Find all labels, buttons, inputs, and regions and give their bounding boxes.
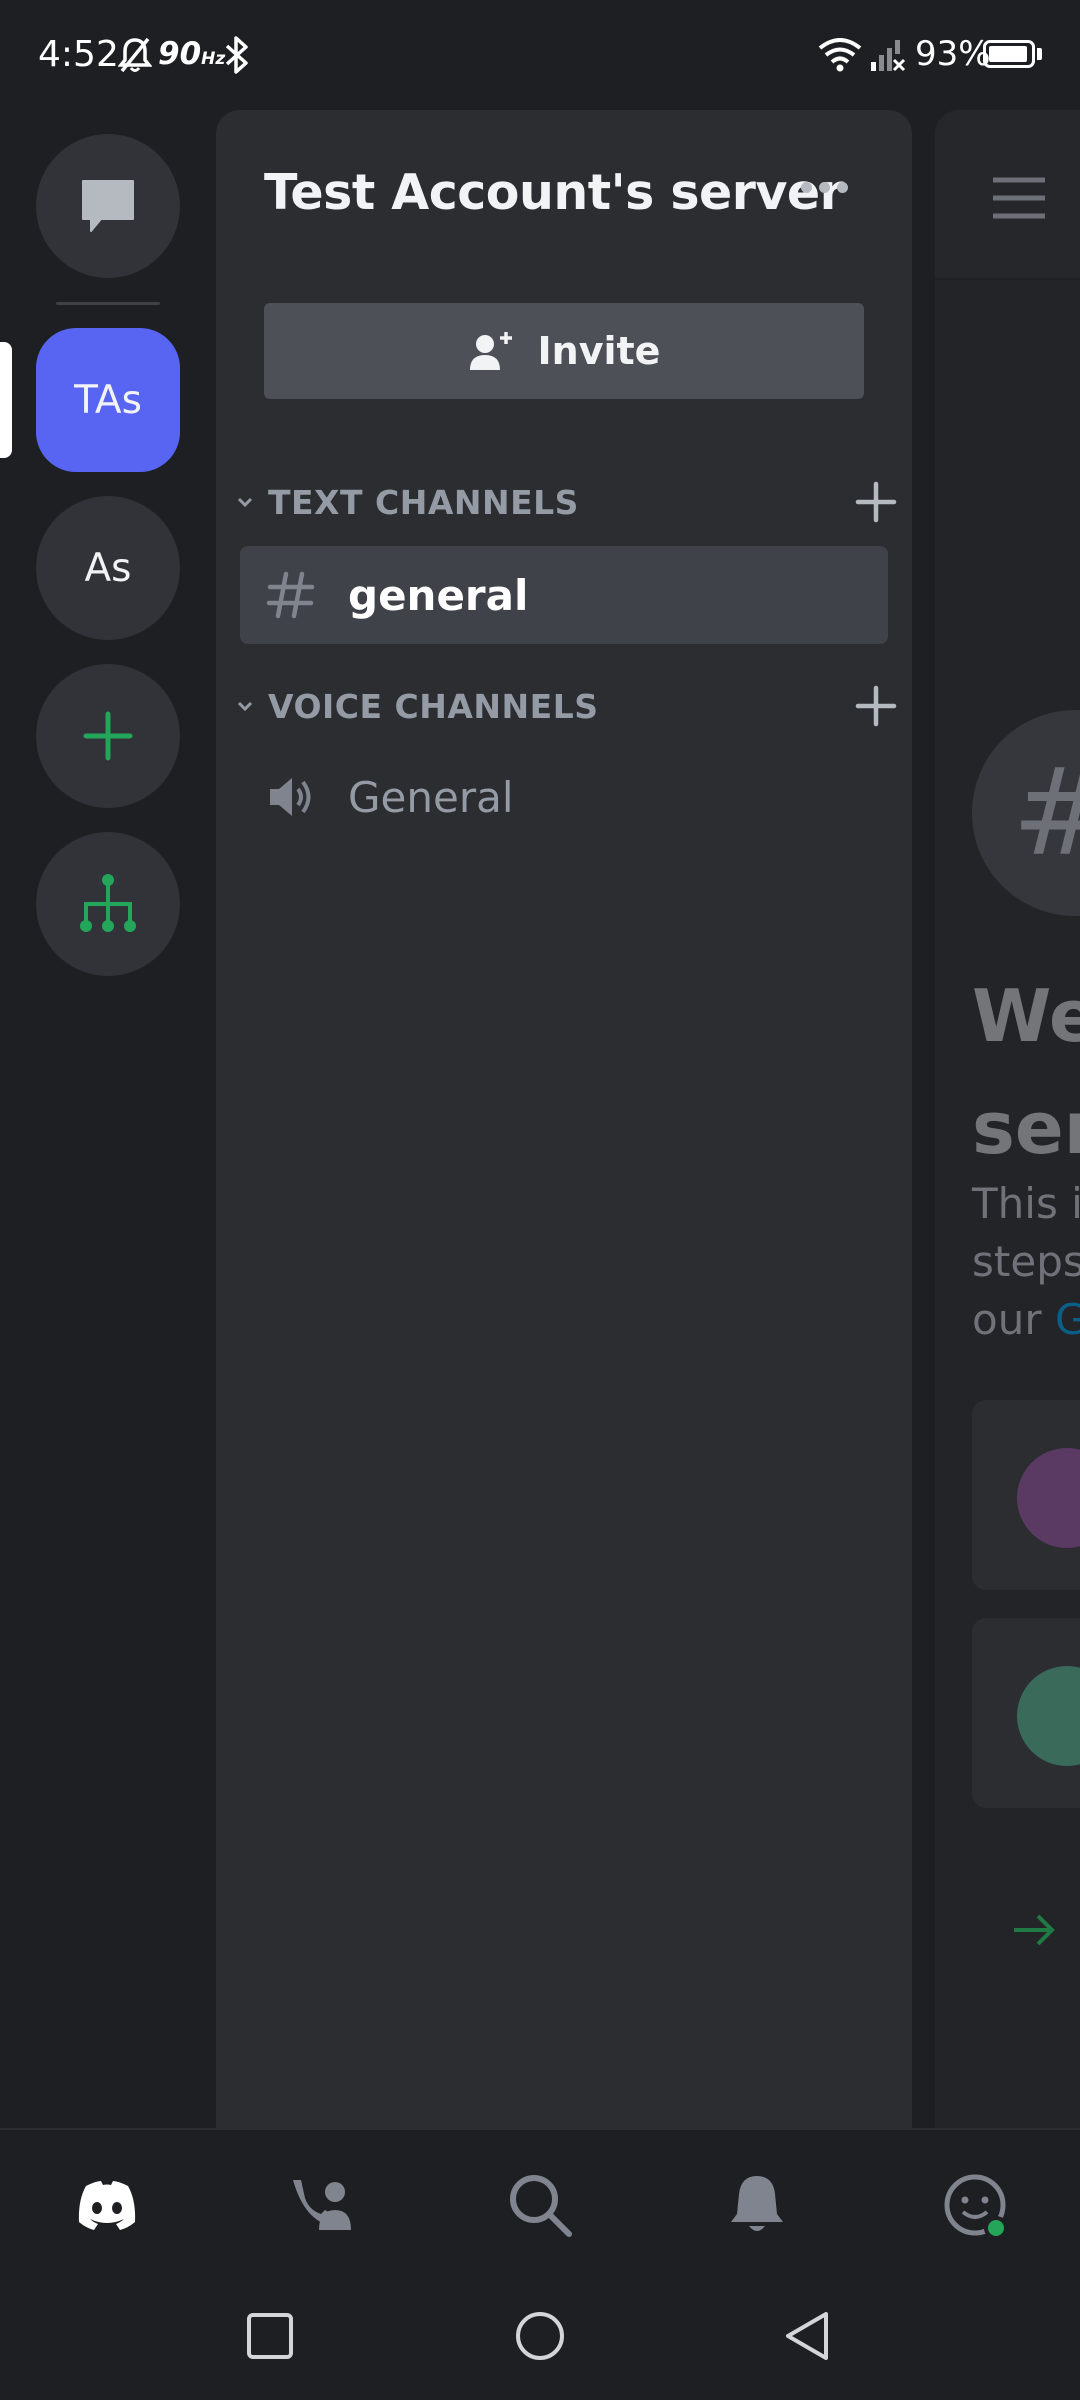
- chat-bubble-icon: [82, 180, 134, 232]
- bottom-nav: [0, 2128, 1080, 2278]
- notifications-bell-icon[interactable]: [722, 2170, 792, 2240]
- server-as-button[interactable]: As: [36, 496, 180, 640]
- server-tas-button[interactable]: TAs: [36, 328, 180, 472]
- home-circle-icon[interactable]: [512, 2308, 568, 2364]
- discover-button[interactable]: [36, 832, 180, 976]
- signal-icon: [871, 40, 906, 72]
- invite-label: Invite: [537, 329, 661, 373]
- more-options-icon[interactable]: [801, 182, 848, 193]
- desc-line-2: steps: [972, 1237, 1080, 1286]
- welcome-line-2: ser: [972, 1086, 1080, 1170]
- status-time: 4:52: [38, 34, 119, 75]
- server-as-label: As: [84, 545, 132, 591]
- category-label: VOICE CHANNELS: [268, 686, 599, 726]
- profile-icon[interactable]: [940, 2170, 1010, 2240]
- wifi-icon: [818, 38, 862, 72]
- hamburger-menu-icon[interactable]: [991, 176, 1047, 220]
- arrow-right-icon[interactable]: [1010, 1910, 1058, 1950]
- server-tas-label: TAs: [74, 377, 142, 423]
- hash-glyph: #: [1012, 744, 1080, 883]
- chevron-down-icon: [237, 497, 253, 508]
- invite-friends-icon: [1017, 1448, 1080, 1548]
- plus-icon: [83, 711, 133, 761]
- onboarding-card-personalize[interactable]: [972, 1618, 1080, 1808]
- speaker-icon: [270, 778, 311, 816]
- welcome-heading: We ser: [972, 960, 1080, 1184]
- selected-server-indicator: [0, 342, 12, 458]
- discord-home-icon[interactable]: [72, 2170, 142, 2240]
- welcome-description: This i steps our G: [972, 1175, 1080, 1349]
- battery-icon: [983, 40, 1035, 68]
- refresh-rate-value: 90: [158, 36, 202, 72]
- recents-square-icon[interactable]: [242, 2308, 298, 2364]
- desc-line-3-prefix: our: [972, 1295, 1055, 1344]
- rail-divider: [56, 302, 160, 305]
- add-user-icon: [469, 332, 512, 370]
- system-nav-bar: [0, 2278, 1080, 2400]
- add-channel-icon[interactable]: [852, 682, 900, 730]
- channel-panel: Test Account's server Invite TEXT CHANNE…: [216, 110, 912, 2128]
- welcome-line-1: We: [972, 974, 1080, 1058]
- channel-name: General: [348, 772, 514, 822]
- status-bar: 4:52 90Hz 93%: [0, 0, 1080, 110]
- search-icon[interactable]: [505, 2170, 575, 2240]
- mute-bell-icon: [118, 37, 152, 73]
- channel-general-text[interactable]: general: [240, 546, 888, 644]
- desc-line-1: This i: [972, 1179, 1080, 1228]
- add-channel-icon[interactable]: [852, 478, 900, 526]
- category-label: TEXT CHANNELS: [268, 482, 579, 522]
- back-triangle-icon[interactable]: [780, 2308, 836, 2364]
- chat-area-peek[interactable]: # We ser This i steps our G: [935, 110, 1080, 2128]
- friends-icon[interactable]: [285, 2170, 355, 2240]
- desc-line-3: our G: [972, 1291, 1080, 1349]
- battery-percent: 93%: [915, 34, 991, 74]
- server-name[interactable]: Test Account's server: [264, 164, 844, 221]
- category-text-channels[interactable]: TEXT CHANNELS: [230, 472, 900, 532]
- refresh-rate: 90Hz: [158, 36, 225, 72]
- chevron-down-icon: [237, 701, 253, 712]
- channel-hash-avatar: #: [972, 710, 1080, 916]
- onboarding-card-invite[interactable]: [972, 1400, 1080, 1590]
- add-server-button[interactable]: [36, 664, 180, 808]
- bluetooth-icon: [225, 36, 248, 74]
- hub-tree-icon: [80, 874, 136, 932]
- invite-button[interactable]: Invite: [264, 303, 864, 399]
- direct-messages-button[interactable]: [36, 134, 180, 278]
- chat-topbar: [935, 110, 1080, 280]
- personalize-server-icon: [1017, 1666, 1080, 1766]
- channel-name: general: [348, 570, 529, 620]
- server-rail: TAs As: [0, 110, 216, 2128]
- battery-tip: [1037, 48, 1042, 60]
- guide-link[interactable]: G: [1055, 1295, 1080, 1344]
- category-voice-channels[interactable]: VOICE CHANNELS: [230, 676, 900, 736]
- channel-general-voice[interactable]: General: [240, 748, 888, 846]
- hashtag-icon: [266, 571, 315, 619]
